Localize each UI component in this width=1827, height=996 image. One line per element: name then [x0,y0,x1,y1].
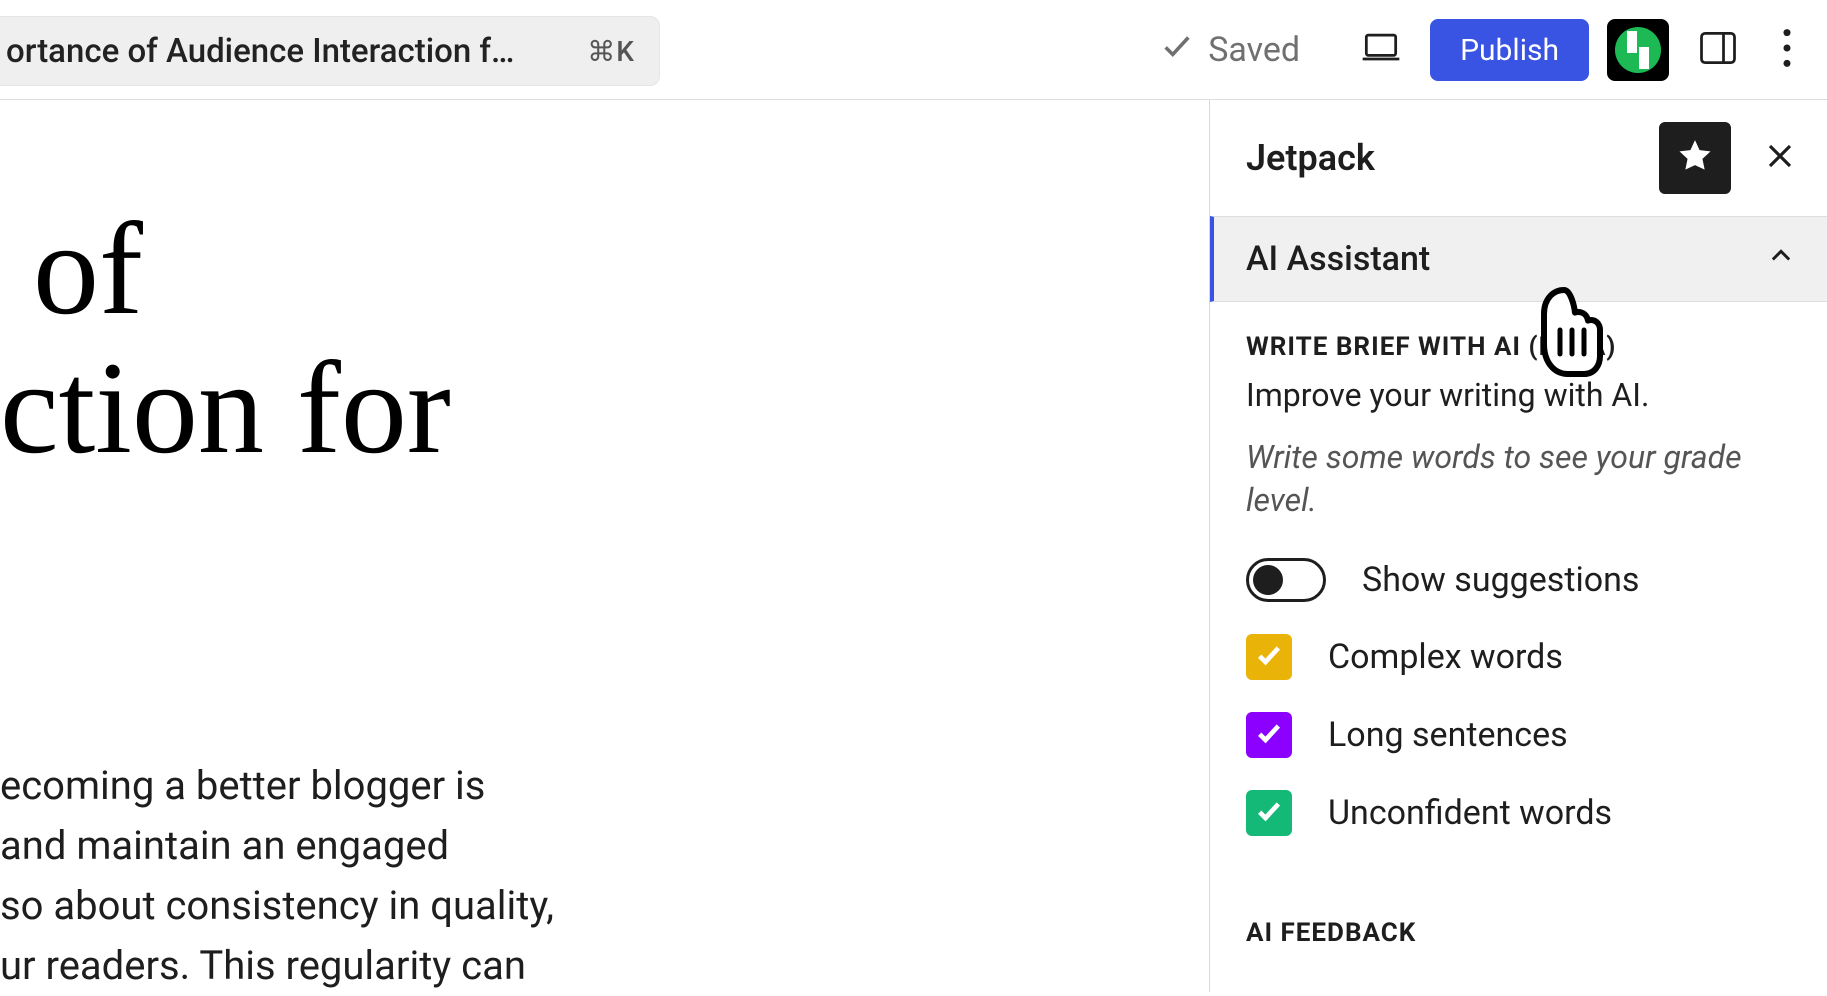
jetpack-icon [1615,27,1661,73]
grade-level-hint: Write some words to see your grade level… [1246,436,1791,522]
dots-vertical-icon [1765,26,1809,74]
ai-feedback-heading: AI FEEDBACK [1246,918,1791,948]
check-icon [1255,641,1283,673]
star-button[interactable] [1659,122,1731,194]
check-icon [1255,797,1283,829]
write-brief-heading: WRITE BRIEF WITH AI (BETA) [1246,332,1791,362]
check-icon [1255,719,1283,751]
long-sentences-checkbox[interactable] [1246,712,1292,758]
publish-label: Publish [1460,33,1559,68]
document-title-search[interactable]: ortance of Audience Interaction f… ⌘K [0,16,660,86]
jetpack-sidebar: Jetpack AI Assistant WRITE BRIEF WITH AI… [1209,100,1827,992]
sidebar-toggle-button[interactable] [1687,19,1749,81]
star-icon [1676,137,1714,179]
unconfident-words-checkbox[interactable] [1246,790,1292,836]
close-sidebar-button[interactable] [1755,133,1805,183]
close-icon [1765,141,1795,175]
complex-words-checkbox[interactable] [1246,634,1292,680]
write-brief-subtitle: Improve your writing with AI. [1246,376,1791,414]
preview-button[interactable] [1350,19,1412,81]
check-icon [1160,29,1194,72]
post-body[interactable]: ecoming a better blogger is and maintain… [0,756,554,996]
show-suggestions-toggle[interactable] [1246,558,1326,602]
show-suggestions-label: Show suggestions [1362,560,1639,600]
laptop-icon [1359,26,1403,74]
unconfident-words-label: Unconfident words [1328,793,1612,833]
chevron-up-icon [1767,239,1795,279]
panel-icon [1696,26,1740,74]
save-status: Saved [1160,29,1300,72]
save-status-label: Saved [1208,30,1300,70]
jetpack-button[interactable] [1607,19,1669,81]
long-sentences-label: Long sentences [1328,715,1568,755]
post-title[interactable]: of ction for [0,200,451,477]
shortcut-hint: ⌘K [587,35,635,68]
editor-canvas[interactable]: of ction for ecoming a better blogger is… [0,100,1209,992]
publish-button[interactable]: Publish [1430,19,1589,81]
document-title-text: ortance of Audience Interaction f… [6,32,514,71]
accordion-label: AI Assistant [1246,239,1430,279]
ai-assistant-accordion[interactable]: AI Assistant [1210,216,1827,302]
more-options-button[interactable] [1767,19,1807,81]
sidebar-title: Jetpack [1246,137,1641,179]
complex-words-label: Complex words [1328,637,1563,677]
